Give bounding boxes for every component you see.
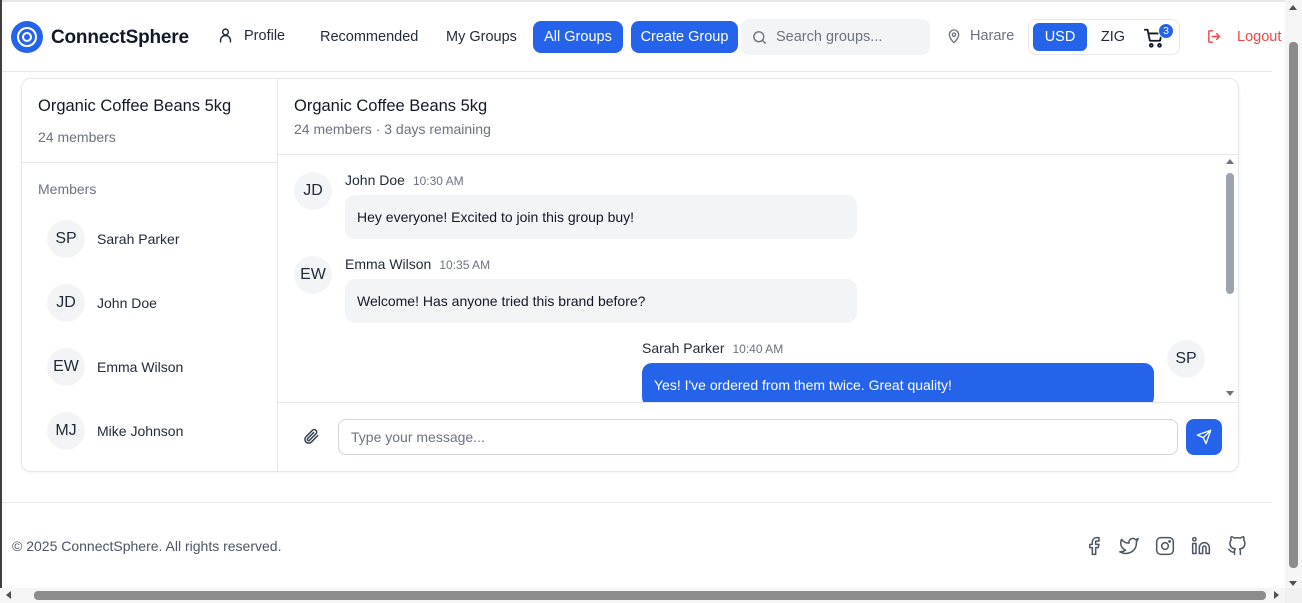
logout-button[interactable]: Logout: [1206, 28, 1281, 45]
message-time: 10:40 AM: [732, 342, 784, 356]
group-chat-card: Organic Coffee Beans 5kg 24 members Memb…: [21, 78, 1239, 472]
message-composer: [278, 402, 1238, 471]
github-link[interactable]: [1227, 536, 1249, 558]
message-bubble-own: Yes! I've ordered from them twice. Great…: [642, 363, 1154, 402]
scroll-thumb[interactable]: [34, 591, 1266, 600]
page-vertical-scrollbar[interactable]: [1285, 0, 1302, 590]
avatar: JD: [294, 172, 332, 210]
avatar: SP: [1167, 340, 1205, 378]
copyright-text: © 2025 ConnectSphere. All rights reserve…: [12, 538, 282, 554]
message-list-scrollbar[interactable]: [1222, 156, 1238, 402]
send-icon: [1196, 429, 1212, 445]
currency-zig-button[interactable]: ZIG: [1091, 23, 1135, 51]
members-sidebar: Organic Coffee Beans 5kg 24 members Memb…: [22, 79, 278, 471]
logo-icon[interactable]: [11, 21, 43, 53]
avatar: MJ: [47, 412, 85, 450]
user-icon: [219, 28, 232, 43]
scroll-up-arrow-icon[interactable]: [1289, 5, 1297, 10]
scrollbar-corner: [1285, 588, 1302, 603]
member-name: Mike Johnson: [97, 423, 184, 439]
cart-count-badge: 3: [1158, 23, 1174, 39]
github-icon: [1227, 536, 1246, 556]
message-time: 10:35 AM: [439, 258, 491, 272]
instagram-icon: [1155, 536, 1175, 556]
currency-usd-button[interactable]: USD: [1033, 23, 1087, 51]
search-icon: [753, 30, 766, 44]
member-name: Emma Wilson: [97, 359, 184, 375]
paperclip-icon: [304, 428, 319, 444]
logout-label: Logout: [1237, 28, 1282, 45]
nav-profile-label: Profile: [244, 27, 286, 44]
chat-header: Organic Coffee Beans 5kg 24 members · 3 …: [278, 79, 1238, 155]
location-label: Harare: [970, 28, 1015, 44]
member-item[interactable]: MJ Mike Johnson: [47, 411, 183, 451]
avatar: EW: [294, 256, 332, 294]
nav-my-groups-link[interactable]: My Groups: [446, 29, 517, 45]
message-input[interactable]: [338, 419, 1178, 455]
send-button[interactable]: [1186, 419, 1222, 455]
sidebar-header: Organic Coffee Beans 5kg 24 members: [22, 79, 277, 163]
message-author: Emma Wilson: [345, 256, 432, 272]
scroll-thumb[interactable]: [1289, 42, 1298, 568]
instagram-link[interactable]: [1155, 536, 1177, 558]
avatar: EW: [47, 348, 85, 386]
chat-title: Organic Coffee Beans 5kg: [294, 97, 488, 115]
top-navbar: ConnectSphere Profile Recommended My Gro…: [2, 2, 1281, 72]
attach-button[interactable]: [302, 427, 322, 447]
location-selector[interactable]: Harare: [946, 28, 1014, 44]
scroll-thumb[interactable]: [1226, 173, 1234, 294]
message-time: 10:30 AM: [412, 174, 464, 188]
scroll-right-arrow-icon[interactable]: [1274, 591, 1279, 599]
message-bubble: Hey everyone! Excited to join this group…: [345, 195, 857, 239]
page-footer: © 2025 ConnectSphere. All rights reserve…: [2, 502, 1272, 590]
create-group-button[interactable]: Create Group: [631, 21, 738, 53]
facebook-icon: [1089, 536, 1100, 556]
cart-button[interactable]: 3: [1143, 23, 1174, 51]
scroll-left-arrow-icon[interactable]: [6, 591, 11, 599]
logout-icon: [1208, 30, 1221, 43]
member-name: John Doe: [97, 295, 157, 311]
nav-profile-link[interactable]: Profile: [217, 27, 285, 44]
message-meta: John Doe 10:30 AM: [345, 172, 464, 188]
search-box: [741, 19, 930, 55]
map-pin-icon: [948, 29, 960, 44]
message-list[interactable]: JD John Doe 10:30 AM Hey everyone! Excit…: [278, 156, 1238, 402]
scroll-up-arrow-icon[interactable]: [1226, 159, 1234, 164]
chat-panel: Organic Coffee Beans 5kg 24 members · 3 …: [278, 79, 1238, 471]
search-input[interactable]: [776, 29, 926, 45]
chat-subtitle: 24 members · 3 days remaining: [294, 121, 491, 137]
message-meta: Emma Wilson 10:35 AM: [345, 256, 490, 272]
linkedin-icon: [1191, 536, 1211, 555]
avatar: JD: [47, 284, 85, 322]
message-author: John Doe: [345, 172, 405, 188]
members-heading: Members: [38, 181, 97, 197]
message-author: Sarah Parker: [642, 340, 725, 356]
member-item[interactable]: SP Sarah Parker: [47, 219, 179, 259]
brand-name[interactable]: ConnectSphere: [51, 27, 189, 49]
facebook-link[interactable]: [1084, 536, 1106, 558]
member-item[interactable]: JD John Doe: [47, 283, 157, 323]
all-groups-button[interactable]: All Groups: [533, 21, 623, 53]
message-meta: Sarah Parker 10:40 AM: [642, 340, 783, 356]
page-horizontal-scrollbar[interactable]: [0, 588, 1302, 603]
message-bubble: Welcome! Has anyone tried this brand bef…: [345, 279, 857, 323]
nav-recommended-link[interactable]: Recommended: [320, 29, 418, 45]
group-member-count: 24 members: [38, 129, 116, 145]
avatar: SP: [47, 220, 85, 258]
scroll-down-arrow-icon[interactable]: [1226, 391, 1234, 396]
twitter-link[interactable]: [1119, 536, 1141, 558]
member-name: Sarah Parker: [97, 231, 180, 247]
member-item[interactable]: EW Emma Wilson: [47, 347, 183, 387]
group-title: Organic Coffee Beans 5kg: [38, 97, 232, 115]
currency-switcher: USD ZIG 3: [1028, 19, 1180, 55]
scroll-down-arrow-icon[interactable]: [1289, 581, 1297, 586]
twitter-icon: [1119, 537, 1139, 555]
linkedin-link[interactable]: [1191, 536, 1213, 558]
